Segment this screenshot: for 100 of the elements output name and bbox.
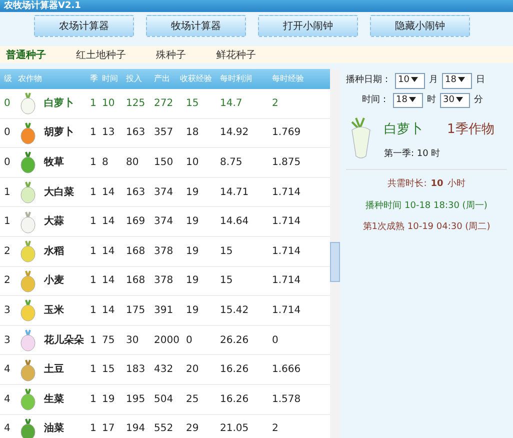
table-cell-text: 生菜 xyxy=(44,392,65,407)
field-label: 时间： xyxy=(362,94,389,106)
table-cell-text: 4 xyxy=(3,422,12,436)
caret-icon xyxy=(456,96,464,102)
table-row[interactable]: 0 白萝卜 1 10 125 272 15 14.7 2 xyxy=(0,89,330,119)
table-row[interactable]: 4 生菜 1 19 195 504 25 16.26 1.578 xyxy=(0,384,330,415)
table-cell-text: 2 xyxy=(3,274,12,288)
table-cell-text: 3 xyxy=(3,334,12,348)
table-cell-text: 29 xyxy=(186,422,200,436)
table-cell-text: 水稻 xyxy=(44,244,65,259)
column-header: 投入 xyxy=(126,73,143,85)
table-cell-text: 169 xyxy=(126,215,146,230)
table-cell-text: 2 xyxy=(272,422,280,436)
plant-icon xyxy=(18,150,38,174)
table-cell-text: 432 xyxy=(154,363,174,378)
table-cell-text: 1.714 xyxy=(272,304,302,318)
plant-icon xyxy=(18,387,38,412)
sow-time: 播种时间 10-18 18:30 (周一) xyxy=(366,200,488,210)
plant-icon xyxy=(18,239,38,264)
table-cell-text: 374 xyxy=(154,186,174,200)
table-cell-text: 1 xyxy=(90,96,98,111)
table-cell-text: 378 xyxy=(154,244,174,259)
table-cell-text: 1.875 xyxy=(272,156,302,170)
table-cell-text: 374 xyxy=(154,215,174,230)
table-cell-text: 14.92 xyxy=(220,126,250,140)
table-cell-text: 194 xyxy=(126,422,146,436)
seed-tab[interactable]: 殊种子 xyxy=(156,48,186,61)
column-header: 每时经验 xyxy=(272,73,305,85)
day-select[interactable]: 18 xyxy=(442,73,472,88)
table-cell-text: 19 xyxy=(186,244,200,259)
table-cell-text: 1 xyxy=(90,274,98,288)
table-row[interactable]: 2 小麦 1 14 168 378 19 15 1.714 xyxy=(0,266,330,296)
table-row[interactable]: 4 土豆 1 15 183 432 20 16.26 1.666 xyxy=(0,355,330,385)
plant-icon xyxy=(18,416,38,438)
table-row[interactable]: 0 胡萝卜 1 13 163 357 18 14.92 1.769 xyxy=(0,118,330,148)
table-cell-text: 2000 xyxy=(154,334,180,348)
column-header: 级 xyxy=(3,73,13,85)
table-cell-text: 花儿朵朵 xyxy=(44,334,85,348)
table-cell-text: 16.26 xyxy=(220,363,250,378)
table-cell-text: 15 xyxy=(102,363,116,378)
table-row[interactable]: 3 玉米 1 14 175 391 19 15.42 1.714 xyxy=(0,296,330,326)
unit-label: 日 xyxy=(476,74,485,87)
table-cell-text: 2 xyxy=(3,244,12,259)
month-select[interactable]: 10 xyxy=(395,73,425,88)
table-cell-text: 75 xyxy=(102,334,116,348)
caret-icon xyxy=(411,77,418,82)
seed-tab[interactable]: 红土地种子 xyxy=(76,48,126,61)
scrollbar[interactable] xyxy=(330,69,340,438)
table-row[interactable]: 0 牧草 1 8 80 150 10 8.75 1.875 xyxy=(0,148,330,178)
table-cell-text: 15 xyxy=(220,274,234,288)
table-cell-text: 175 xyxy=(126,304,146,318)
plant-icon xyxy=(18,180,38,204)
table-cell-text: 19 xyxy=(186,186,200,200)
table-cell-text: 183 xyxy=(126,363,146,378)
table-cell-text: 391 xyxy=(154,304,174,318)
table-cell-text: 19 xyxy=(186,304,200,318)
table-row[interactable]: 1 大蒜 1 14 169 374 19 14.64 1.714 xyxy=(0,207,330,237)
crop-name: 白萝卜 xyxy=(384,121,423,139)
table-cell-text: 163 xyxy=(126,186,146,200)
plant-icon xyxy=(18,120,38,145)
table-row[interactable]: 3 花儿朵朵 1 75 30 2000 0 26.26 0 xyxy=(0,326,330,356)
toolbar-button[interactable]: 农场计算器 xyxy=(34,15,134,37)
table-cell-text: 1.714 xyxy=(272,186,302,200)
table-cell-text: 13 xyxy=(102,126,116,140)
table-cell-text: 0 xyxy=(272,334,280,348)
table-row[interactable]: 1 大白菜 1 14 163 374 19 14.71 1.714 xyxy=(0,178,330,208)
table-cell-text: 272 xyxy=(154,96,174,111)
table-cell-text: 1 xyxy=(90,126,98,140)
table-cell-text: 4 xyxy=(3,363,12,378)
field-label: 播种日期： xyxy=(346,74,391,87)
table-cell-text: 1 xyxy=(3,215,12,230)
seed-tab[interactable]: 普通种子 xyxy=(6,48,46,61)
toolbar-button[interactable]: 隐藏小闹钟 xyxy=(370,15,470,37)
table-cell-text: 0 xyxy=(3,156,12,170)
table-cell-text: 0 xyxy=(3,126,12,140)
toolbar-button[interactable]: 牧场计算器 xyxy=(146,15,246,37)
table-cell-text: 14.64 xyxy=(220,215,250,230)
hour-select[interactable]: 18 xyxy=(393,92,423,108)
unit-label: 月 xyxy=(429,74,438,87)
toolbar-button[interactable]: 打开小闹钟 xyxy=(258,15,358,37)
table-cell-text: 150 xyxy=(154,156,174,170)
table-cell-text: 胡萝卜 xyxy=(44,126,75,140)
ripe-time: 第1次成熟 10-19 04:30 (周二) xyxy=(362,222,490,232)
table-cell-text: 油菜 xyxy=(44,422,65,436)
table-cell-text: 10 xyxy=(186,156,200,170)
crop-type: 1季作物 xyxy=(447,121,494,139)
table-cell-text: 19 xyxy=(102,392,116,407)
table-row[interactable]: 2 水稻 1 14 168 378 19 15 1.714 xyxy=(0,236,330,267)
table-cell-text: 504 xyxy=(154,392,174,407)
table-cell-text: 1 xyxy=(90,215,98,230)
table-cell-text: 8.75 xyxy=(220,156,244,170)
total-time-unit: 小时 xyxy=(447,178,466,191)
seed-tab[interactable]: 鲜花种子 xyxy=(216,48,256,61)
table-cell-text: 18 xyxy=(186,126,200,140)
minute-select[interactable]: 30 xyxy=(440,92,470,108)
table-cell-text: 14 xyxy=(102,186,116,200)
plant-icon xyxy=(18,91,38,116)
plant-icon xyxy=(18,298,38,322)
table-cell-text: 14.71 xyxy=(220,186,250,200)
table-cell-text: 1.714 xyxy=(272,244,302,259)
